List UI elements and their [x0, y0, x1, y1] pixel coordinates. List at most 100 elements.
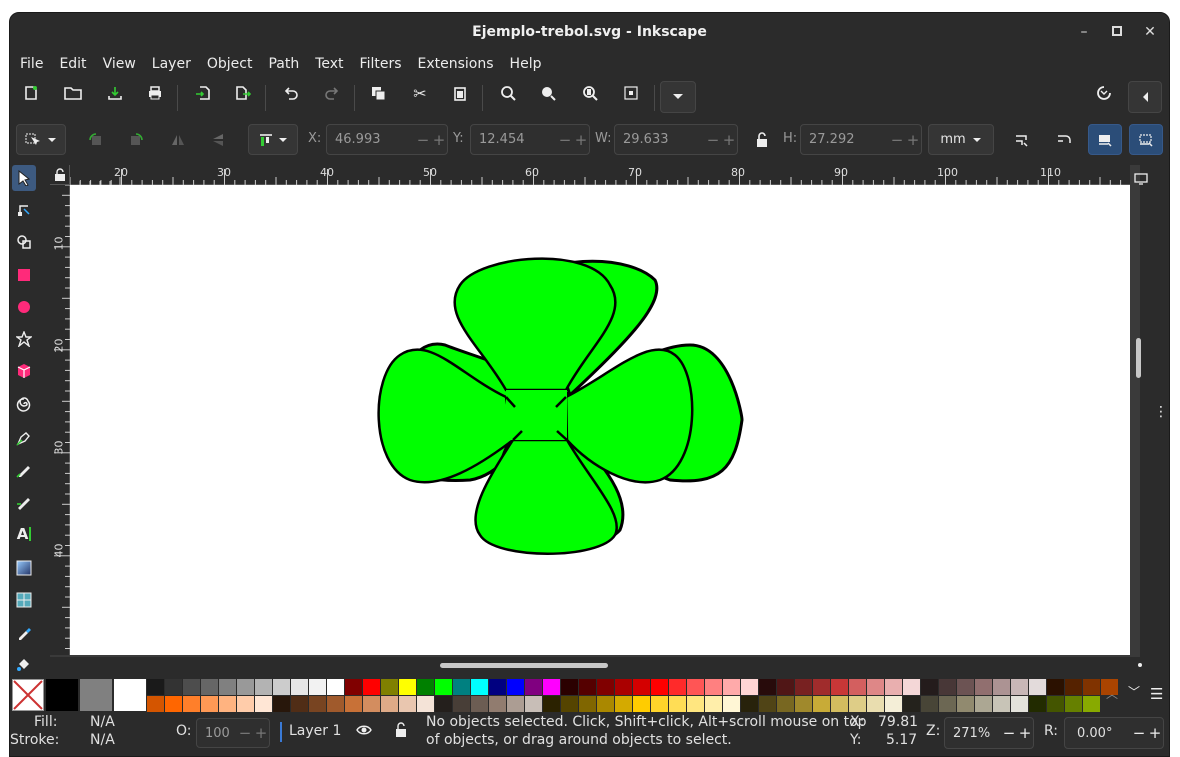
swatch-none[interactable]	[12, 679, 44, 711]
transform-gradients-button[interactable]	[1088, 124, 1122, 155]
paste-icon[interactable]	[446, 79, 474, 107]
palette-swatch[interactable]	[561, 679, 578, 695]
redo-icon[interactable]	[318, 79, 346, 107]
lock-icon[interactable]	[748, 126, 776, 154]
zoom-drawing-icon[interactable]	[534, 79, 562, 107]
palette-swatch[interactable]	[615, 679, 632, 695]
menu-filters[interactable]: Filters	[352, 56, 410, 72]
zoom-in-button[interactable]: +	[1017, 724, 1033, 742]
palette-swatch[interactable]	[813, 679, 830, 695]
minimize-icon[interactable]: –	[1075, 23, 1093, 41]
scale-corners-icon[interactable]	[1050, 126, 1078, 154]
palette-swatch[interactable]	[147, 696, 164, 712]
palette-swatch[interactable]	[327, 696, 344, 712]
menu-file[interactable]: File	[12, 56, 51, 72]
palette-menu-icon[interactable]: ☰	[1150, 685, 1163, 703]
zoom-page-icon[interactable]	[576, 79, 604, 107]
scale-stroke-icon[interactable]	[1008, 126, 1036, 154]
palette-swatch[interactable]	[381, 696, 398, 712]
rotation-increment-button[interactable]: +	[1147, 724, 1163, 742]
shape-builder-tool-icon[interactable]	[12, 229, 36, 255]
palette-swatch[interactable]	[255, 696, 272, 712]
palette-swatch[interactable]	[255, 679, 272, 695]
palette-swatch[interactable]	[399, 696, 416, 712]
zoom-center-icon[interactable]	[617, 79, 645, 107]
palette-swatch[interactable]	[885, 679, 902, 695]
palette-swatch[interactable]	[849, 679, 866, 695]
palette-swatch[interactable]	[651, 679, 668, 695]
palette-swatch[interactable]	[363, 696, 380, 712]
rotate-ccw-icon[interactable]	[82, 126, 110, 154]
x-field[interactable]: 46.993 − +	[326, 124, 448, 155]
palette-swatch[interactable]	[633, 679, 650, 695]
menu-text[interactable]: Text	[307, 56, 351, 72]
palette-swatch[interactable]	[345, 696, 362, 712]
drawing-page[interactable]	[70, 185, 1130, 655]
palette-swatch[interactable]	[507, 696, 524, 712]
palette-swatch[interactable]	[921, 679, 938, 695]
swatch-white[interactable]	[114, 679, 146, 711]
palette-swatch[interactable]	[615, 696, 632, 712]
palette-swatch[interactable]	[957, 696, 974, 712]
layer-lock-icon[interactable]	[395, 722, 407, 742]
y-value[interactable]: 12.454	[471, 132, 557, 147]
rotation-decrement-button[interactable]: −	[1131, 724, 1147, 742]
cut-icon[interactable]: ✂	[406, 79, 434, 107]
palette-swatch[interactable]	[1011, 696, 1028, 712]
h-decrement-button[interactable]: −	[889, 131, 905, 149]
palette-swatch[interactable]	[1047, 679, 1064, 695]
palette-swatch[interactable]	[453, 696, 470, 712]
palette-swatch[interactable]	[885, 696, 902, 712]
copy-icon[interactable]	[364, 79, 392, 107]
palette-swatch[interactable]	[543, 696, 560, 712]
import-icon[interactable]	[189, 79, 217, 107]
palette-swatch[interactable]	[975, 679, 992, 695]
palette-swatch[interactable]	[147, 679, 164, 695]
palette-swatch[interactable]	[939, 696, 956, 712]
palette-swatch[interactable]	[219, 696, 236, 712]
palette-swatch[interactable]	[777, 679, 794, 695]
zoom-field[interactable]: 271% − +	[944, 717, 1034, 749]
more-options-icon[interactable]: ⋮	[1154, 405, 1168, 429]
ruler-corner-lock[interactable]	[50, 165, 70, 185]
collapse-panel-button[interactable]	[1128, 81, 1162, 113]
ellipse-tool-icon[interactable]	[12, 294, 36, 320]
palette-swatch[interactable]	[921, 696, 938, 712]
palette-swatch[interactable]	[201, 696, 218, 712]
palette-swatch[interactable]	[471, 679, 488, 695]
zoom-selection-icon[interactable]	[494, 79, 522, 107]
pen-tool-icon[interactable]	[12, 425, 36, 451]
palette-swatch[interactable]	[1029, 696, 1046, 712]
rotate-cw-icon[interactable]	[122, 126, 150, 154]
close-icon[interactable]: ✕	[1141, 23, 1159, 41]
palette-swatch[interactable]	[417, 696, 434, 712]
fill-value[interactable]: N/A	[90, 714, 115, 730]
paint-bucket-tool-icon[interactable]	[12, 651, 36, 677]
node-tool-icon[interactable]	[12, 197, 36, 223]
palette-swatch[interactable]	[795, 696, 812, 712]
w-field[interactable]: 29.633 − +	[614, 124, 738, 155]
h-value[interactable]: 27.292	[801, 132, 889, 147]
y-decrement-button[interactable]: −	[557, 131, 573, 149]
palette-swatch[interactable]	[327, 679, 344, 695]
palette-swatch[interactable]	[417, 679, 434, 695]
unit-dropdown[interactable]: mm	[928, 124, 994, 155]
w-value[interactable]: 29.633	[615, 132, 705, 147]
palette-swatch[interactable]	[795, 679, 812, 695]
palette-swatch[interactable]	[399, 679, 416, 695]
palette-swatch[interactable]	[273, 696, 290, 712]
palette-swatch[interactable]	[1083, 696, 1100, 712]
palette-swatch[interactable]	[183, 679, 200, 695]
3d-box-tool-icon[interactable]	[12, 358, 36, 384]
palette-swatch[interactable]	[723, 696, 740, 712]
palette-swatch[interactable]	[435, 679, 452, 695]
palette-swatch[interactable]	[687, 696, 704, 712]
w-increment-button[interactable]: +	[721, 131, 737, 149]
x-increment-button[interactable]: +	[431, 131, 447, 149]
new-document-icon[interactable]	[17, 79, 45, 107]
palette-swatch[interactable]	[597, 696, 614, 712]
menu-object[interactable]: Object	[199, 56, 261, 72]
palette-swatch[interactable]	[471, 696, 488, 712]
maximize-icon[interactable]	[1108, 23, 1126, 41]
palette-swatch[interactable]	[867, 679, 884, 695]
